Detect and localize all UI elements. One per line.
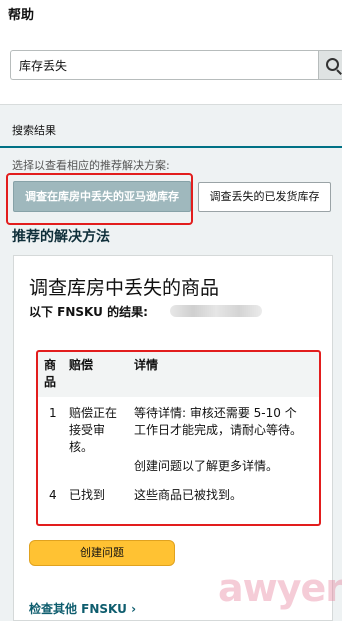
top-bar: 帮助 [0, 0, 342, 30]
check-other-fnsku-link[interactable]: 检查其他 FNSKU › [29, 600, 136, 617]
card-title: 调查库房中丢失的商品 [29, 277, 220, 299]
option-lost-shipped-button[interactable]: 调查丢失的已发货库存 [198, 182, 331, 212]
search-button[interactable] [318, 50, 342, 80]
choose-solution-text: 选择以查看相应的推荐解决方案: [12, 159, 170, 172]
table-highlight-box [36, 350, 321, 526]
fnsku-label: 以下 FNSKU 的结果: [29, 305, 148, 319]
highlight-box [6, 173, 193, 225]
page-title: 帮助 [8, 8, 35, 23]
search-input[interactable] [10, 50, 318, 80]
tab-search-results[interactable]: 搜索结果 [12, 122, 56, 138]
search-area [0, 30, 342, 105]
redacted-fnsku [170, 305, 262, 317]
create-issue-button[interactable]: 创建问题 [29, 540, 175, 566]
tab-underline [0, 146, 342, 148]
recommend-heading: 推荐的解决方法 [12, 229, 110, 245]
